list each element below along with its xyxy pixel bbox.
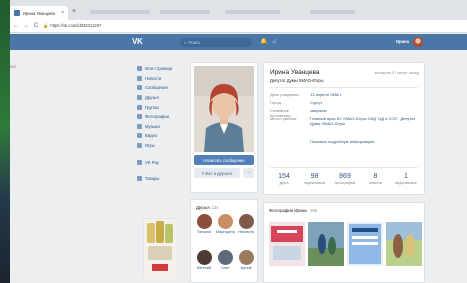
- info-row-birthday: День рождения: 13 апреля 1968 г.: [270, 92, 342, 97]
- friend-item[interactable]: Маргарита: [216, 214, 235, 234]
- counter-tags[interactable]: 8 отметок: [362, 173, 390, 185]
- sidebar-item-music[interactable]: Музыка: [137, 122, 183, 132]
- sidebar-item-friends[interactable]: Друзья: [137, 93, 183, 103]
- sidebar-item-goods[interactable]: Товары: [137, 174, 183, 184]
- counter-friends[interactable]: 154 друга: [270, 173, 298, 185]
- photos-header[interactable]: Фотографии Ирины 869: [269, 208, 317, 213]
- profile-counters: 154 друга 98 подписчиков 869 фотографий …: [270, 173, 420, 185]
- photo-thumbnail[interactable]: [308, 222, 344, 266]
- friend-avatar: [238, 214, 254, 229]
- close-tab-icon[interactable]: ×: [61, 10, 64, 16]
- bell-icon[interactable]: 🔔: [260, 38, 267, 46]
- browser-tab[interactable]: Ирина Уванцева ×: [10, 6, 68, 20]
- sidebar-item-video[interactable]: Видео: [137, 131, 183, 141]
- search-input[interactable]: ⌕ Поиск: [180, 38, 252, 47]
- pay-icon: [137, 159, 142, 165]
- photo-thumbnail[interactable]: [269, 222, 305, 266]
- news-icon: [137, 75, 142, 81]
- profile-photo-card: Написать сообщение У Вас в друзьях ···: [190, 62, 258, 193]
- divider: [270, 167, 418, 168]
- friends-icon: [137, 95, 142, 101]
- friends-card: Друзья 134 Татьяна Маргарита Неонила Евге…: [190, 199, 258, 283]
- friend-avatar: [238, 250, 254, 265]
- write-message-button[interactable]: Написать сообщение: [194, 155, 254, 165]
- sidebar-item-my-page[interactable]: Моя страница: [137, 64, 183, 74]
- blurred-tab[interactable]: [225, 10, 280, 14]
- photo-thumbnail[interactable]: [386, 222, 422, 266]
- friend-avatar: [196, 214, 212, 229]
- left-sidebar: Моя страница Новости Сообщения Друзья Гр…: [137, 64, 183, 184]
- friends-header[interactable]: Друзья 134: [196, 205, 219, 210]
- show-more-info-link[interactable]: Показать подробную информацию: [310, 139, 375, 144]
- groups-icon: [137, 104, 142, 110]
- tab-title: Ирина Уванцева: [23, 10, 55, 16]
- new-tab-button[interactable]: +: [72, 8, 76, 16]
- vk-favicon-icon: [14, 10, 20, 16]
- info-row-city: Город: Сургут: [270, 100, 323, 105]
- friend-avatar: [217, 250, 233, 265]
- profile-photo[interactable]: [194, 66, 254, 152]
- profile-status: Депутат Думы ХМАО-Югры: [270, 78, 324, 83]
- friends-count: 134: [211, 205, 219, 210]
- friend-avatar: [217, 214, 233, 229]
- sidebar-item-messages[interactable]: Сообщения: [137, 83, 183, 93]
- friend-avatar: [196, 250, 212, 265]
- music-icon[interactable]: ♫: [272, 38, 277, 46]
- music-note-icon: [137, 123, 142, 129]
- home-icon: [137, 66, 142, 72]
- search-placeholder: Поиск: [188, 40, 200, 45]
- sidebar-item-vk-pay[interactable]: VK Pay: [137, 157, 183, 167]
- sidebar-item-games[interactable]: Игры: [137, 141, 183, 151]
- blurred-tab[interactable]: [90, 10, 150, 14]
- tab-bar: Ирина Уванцева × +: [10, 0, 467, 20]
- photo-thumbnail[interactable]: [347, 222, 383, 266]
- lock-icon: 🔒: [43, 23, 49, 28]
- camera-icon: [137, 114, 142, 120]
- photos-count: 869: [310, 208, 318, 213]
- counter-videos[interactable]: 1 видеозапись: [392, 173, 420, 185]
- page-left-text: DO: [10, 64, 16, 69]
- back-icon[interactable]: ←: [13, 23, 19, 29]
- header-user-name[interactable]: Ирина: [396, 39, 409, 44]
- header-avatar[interactable]: [413, 37, 423, 47]
- ad-image: [144, 219, 176, 279]
- info-row-workplace: Место работы: Главный врач БУ ХМАО-Югры …: [270, 116, 416, 126]
- friend-item[interactable]: Олег: [216, 250, 234, 270]
- messages-icon: [137, 85, 142, 91]
- friend-item[interactable]: Татьяна: [195, 214, 213, 234]
- blurred-tab[interactable]: [160, 10, 210, 14]
- blurred-tab[interactable]: [310, 10, 355, 14]
- desktop-background: [0, 0, 10, 283]
- friend-item[interactable]: Неонила: [237, 214, 255, 234]
- more-actions-button[interactable]: ···: [243, 168, 254, 178]
- sidebar-item-news[interactable]: Новости: [137, 74, 183, 84]
- url-text: https://vk.com/id333311267: [50, 23, 102, 28]
- advertisement-block[interactable]: [143, 218, 176, 279]
- address-bar: ← → C 🔒 https://vk.com/id333311267: [10, 20, 467, 33]
- vk-logo[interactable]: VK: [132, 37, 143, 46]
- friend-item[interactable]: Евгений: [195, 250, 213, 270]
- vk-header: VK ⌕ Поиск 🔔 ♫ Ирина: [10, 34, 467, 50]
- in-friends-button[interactable]: У Вас в друзьях: [194, 168, 240, 178]
- profile-info-card: Ирина Уванцева Депутат Думы ХМАО-Югры за…: [263, 62, 425, 195]
- goods-icon: [137, 176, 142, 182]
- divider: [270, 87, 418, 88]
- online-status: заходила 37 минут назад: [374, 71, 420, 75]
- reload-icon[interactable]: C: [33, 23, 39, 29]
- forward-icon[interactable]: →: [23, 23, 29, 29]
- search-icon: ⌕: [184, 40, 187, 45]
- friend-item[interactable]: Артем: [237, 250, 255, 270]
- url-field[interactable]: 🔒 https://vk.com/id333311267: [43, 23, 101, 29]
- counter-photos[interactable]: 869 фотографий: [331, 173, 359, 185]
- profile-name: Ирина Уванцева: [270, 69, 320, 76]
- sidebar-item-photos[interactable]: Фотографии: [137, 112, 183, 122]
- games-icon: [137, 143, 142, 149]
- sidebar-item-groups[interactable]: Группы: [137, 102, 183, 112]
- photos-card: Фотографии Ирины 869: [263, 202, 425, 283]
- browser-window: Ирина Уванцева × + ← → C 🔒 https://vk.co…: [10, 0, 467, 283]
- counter-followers[interactable]: 98 подписчиков: [301, 173, 329, 185]
- video-icon: [137, 133, 142, 139]
